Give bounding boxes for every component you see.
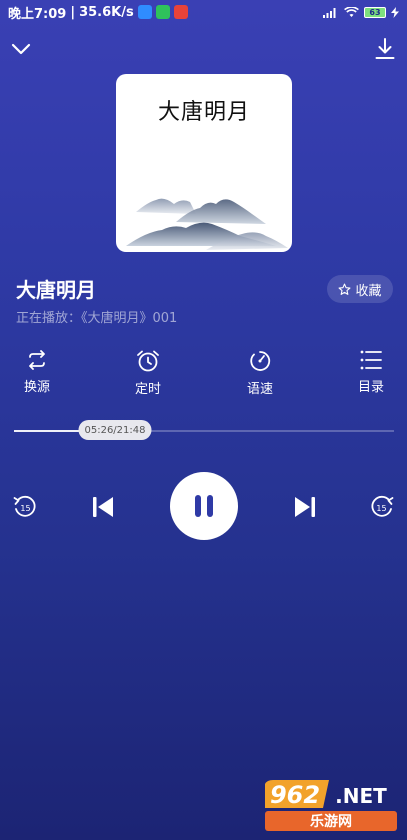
- progress-slider[interactable]: 05:26/21:48: [14, 420, 394, 440]
- svg-text:962: 962: [270, 781, 320, 809]
- status-right: 63: [323, 6, 399, 18]
- skip-previous-icon: [93, 497, 113, 517]
- status-left: 晚上7:09 | 35.6K/s: [8, 3, 188, 22]
- site-watermark-logo: 962 .NET 乐游网: [261, 778, 401, 834]
- playback-controls: 15 15: [0, 470, 407, 542]
- wifi-icon: [344, 6, 359, 17]
- list-icon: [360, 350, 382, 370]
- timer-button[interactable]: 定时: [126, 350, 170, 397]
- progress-time-label[interactable]: 05:26/21:48: [78, 420, 152, 440]
- catalog-label: 目录: [357, 380, 384, 395]
- track-title: 大唐明月: [16, 278, 96, 302]
- action-row: 换源 定时 语速 目录: [0, 350, 407, 400]
- signal-icon: [323, 7, 336, 18]
- switch-source-icon: [29, 350, 45, 370]
- charging-icon: [391, 6, 399, 18]
- rewind-15-button[interactable]: 15: [12, 494, 38, 520]
- pause-button[interactable]: [170, 472, 238, 540]
- pause-icon: [195, 495, 213, 517]
- previous-button[interactable]: [89, 494, 117, 520]
- favorite-label: 收藏: [355, 283, 382, 299]
- status-bar: 晚上7:09 | 35.6K/s 63: [0, 0, 407, 24]
- svg-text:乐游网: 乐游网: [310, 813, 352, 830]
- download-button[interactable]: [373, 36, 397, 62]
- collapse-button[interactable]: [10, 38, 32, 60]
- download-icon: [375, 38, 395, 59]
- app-notification-icon: [173, 5, 188, 19]
- favorite-button[interactable]: 收藏: [327, 275, 393, 303]
- next-button[interactable]: [291, 494, 319, 520]
- catalog-button[interactable]: 目录: [349, 350, 393, 395]
- switch-source-label: 换源: [23, 380, 50, 395]
- rewind-seconds: 15: [20, 504, 30, 513]
- rewind-15-icon: 15: [13, 495, 36, 517]
- forward-15-icon: 15: [371, 495, 394, 517]
- now-playing-text: 正在播放：《大唐明月》001: [16, 311, 178, 326]
- skip-next-icon: [295, 497, 315, 517]
- status-time: 晚上7:09: [8, 6, 67, 22]
- star-outline-icon: [339, 283, 351, 295]
- wechat-icon: [155, 5, 170, 19]
- album-cover: 大唐明月: [116, 74, 292, 252]
- forward-15-button[interactable]: 15: [369, 494, 395, 520]
- speed-label: 语速: [246, 382, 273, 397]
- watermark-logo-icon: 962 .NET 乐游网: [265, 780, 397, 831]
- top-bar: [0, 36, 407, 64]
- alarm-clock-icon: [137, 350, 159, 372]
- svg-text:.NET: .NET: [335, 784, 387, 808]
- forward-seconds: 15: [376, 504, 386, 513]
- switch-source-button[interactable]: 换源: [15, 350, 59, 395]
- chevron-down-icon: [11, 43, 31, 55]
- speed-button[interactable]: 语速: [238, 350, 282, 397]
- battery-level: 63: [369, 7, 381, 17]
- status-separator: |: [70, 4, 76, 20]
- battery-icon: 63: [364, 6, 386, 18]
- status-speed: 35.6K/s: [79, 4, 134, 20]
- timer-label: 定时: [134, 382, 161, 397]
- speedometer-icon: [250, 351, 271, 371]
- app-notification-icon: [137, 5, 152, 19]
- mountain-illustration: [126, 198, 288, 250]
